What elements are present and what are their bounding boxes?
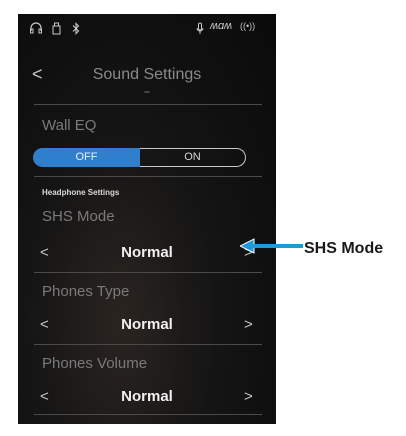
phones-volume-value: Normal [121,388,173,405]
headphones-icon [30,22,42,37]
phones-type-value: Normal [121,316,173,333]
wall-eq-toggle: OFF ON [33,148,247,167]
shs-mode-value: Normal [121,244,173,261]
wireless-icon: ((•)) [240,21,256,31]
phones-volume-label: Phones Volume [42,355,148,372]
microphone-icon [196,22,204,38]
scroll-indicator [144,91,150,93]
phones-type-selector: < Normal > [18,314,276,338]
usb-icon [52,22,61,38]
phones-volume-next-button[interactable]: > [244,388,253,405]
shs-mode-selector: < Normal > [18,242,276,266]
divider [34,414,262,415]
phones-volume-selector: < Normal > [18,386,276,410]
divider [34,344,262,345]
divider [34,176,262,177]
phones-type-next-button[interactable]: > [244,316,253,333]
page-title: Sound Settings [92,66,202,83]
wall-eq-off-button[interactable]: OFF [33,148,140,167]
divider [34,104,262,105]
status-bar: ʍɑʍ ((•)) [18,14,276,42]
wall-eq-label: Wall EQ [42,117,97,134]
section-header: Headphone Settings [42,188,120,197]
callout-label: SHS Mode [304,240,384,257]
divider [34,272,262,273]
bluetooth-icon [72,22,80,38]
callout-arrow-icon [240,238,303,254]
shs-mode-label: SHS Mode [42,208,115,225]
device-screen: ʍɑʍ ((•)) < Sound Settings Wall EQ OFF O… [18,14,276,424]
wall-eq-on-button[interactable]: ON [140,148,246,167]
nav-bar: < Sound Settings [18,56,276,96]
wave-icon: ʍɑʍ [210,20,233,32]
phones-type-label: Phones Type [42,283,130,300]
